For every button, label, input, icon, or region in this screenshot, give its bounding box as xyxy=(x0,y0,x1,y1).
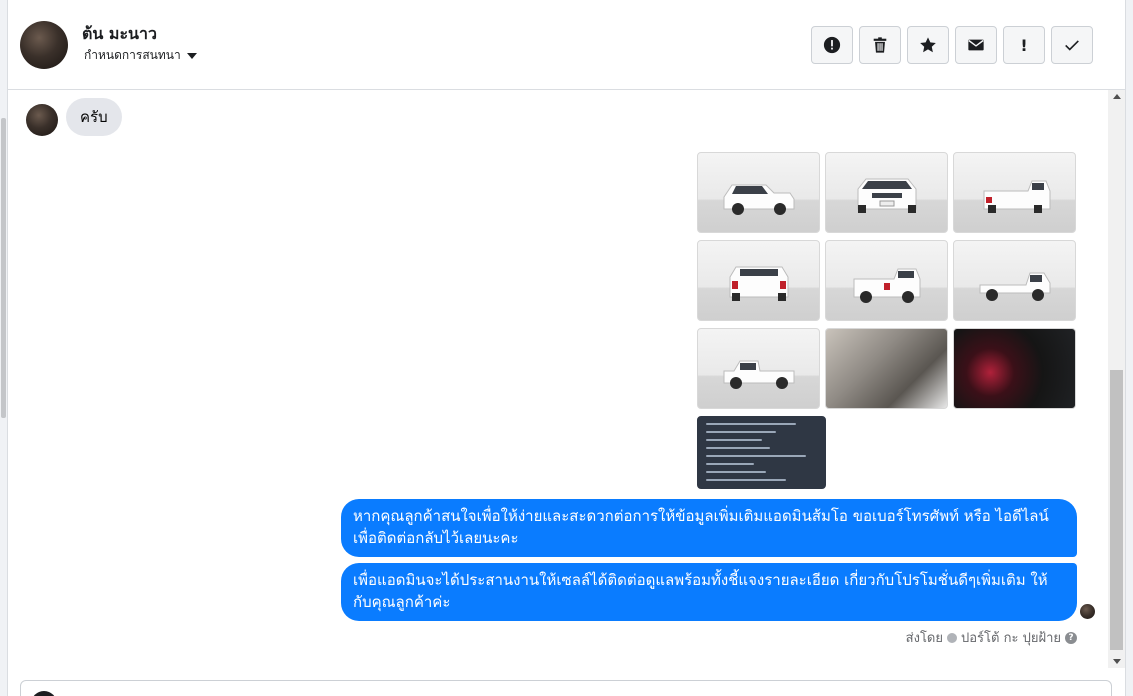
trash-icon xyxy=(873,37,887,53)
agent-avatar-icon xyxy=(947,632,957,643)
incoming-message-bubble[interactable]: ครับ xyxy=(66,98,122,136)
contact-avatar[interactable] xyxy=(20,21,68,69)
outgoing-message-text: เพื่อแอดมินจะได้ประสานงานให้เซลล์ได้ติดต… xyxy=(353,571,1048,611)
conversation-header: ต้น มะนาว กำหนดการสนทนา ! xyxy=(8,0,1125,90)
truck-photo-icon xyxy=(857,178,917,213)
caret-down-icon xyxy=(186,52,197,59)
exclamation-icon: ! xyxy=(1020,35,1028,55)
contact-name[interactable]: ต้น มะนาว xyxy=(82,22,157,47)
header-actions: ! xyxy=(811,26,1093,64)
photo-attachment[interactable] xyxy=(697,328,820,409)
mark-unread-button[interactable] xyxy=(955,26,997,64)
reply-composer[interactable] xyxy=(20,680,1112,696)
composer-avatar xyxy=(31,691,57,696)
outgoing-message-bubble[interactable]: เพื่อแอดมินจะได้ประสานงานให้เซลล์ได้ติดต… xyxy=(341,563,1077,621)
truck-photo-icon xyxy=(729,266,789,301)
outgoing-message-bubble[interactable]: หากคุณลูกค้าสนใจเพื่อให้ง่ายและสะดวกต่อก… xyxy=(341,499,1077,557)
seen-avatar xyxy=(1080,604,1095,619)
star-icon xyxy=(920,37,936,53)
spec-sheet-attachment[interactable] xyxy=(697,416,826,489)
assign-conversation-dropdown[interactable]: กำหนดการสนทนา xyxy=(84,46,197,65)
photo-attachment[interactable] xyxy=(825,328,948,409)
assign-conversation-label: กำหนดการสนทนา xyxy=(84,48,181,62)
truck-photo-icon xyxy=(853,268,921,303)
truck-photo-icon xyxy=(723,184,795,215)
photo-attachment[interactable] xyxy=(953,328,1076,409)
sender-avatar[interactable] xyxy=(26,104,58,136)
photo-attachment[interactable] xyxy=(697,152,820,233)
photo-attachment[interactable] xyxy=(953,240,1076,321)
scroll-up-icon[interactable] xyxy=(1113,94,1121,99)
delete-button[interactable] xyxy=(859,26,901,64)
truck-photo-icon xyxy=(723,360,795,389)
truck-photo-icon xyxy=(983,180,1051,213)
alert-button[interactable] xyxy=(811,26,853,64)
outgoing-message-text: หากคุณลูกค้าสนใจเพื่อให้ง่ายและสะดวกต่อก… xyxy=(353,507,1049,547)
sent-by-info: ส่งโดย ปอร์โต้ กะ ปุยฝ้าย ? xyxy=(906,627,1077,648)
left-panel-edge xyxy=(0,0,8,696)
messages-scrollbar[interactable] xyxy=(1108,90,1125,668)
photo-attachment[interactable] xyxy=(825,152,948,233)
sent-by-name[interactable]: ปอร์โต้ กะ ปุยฝ้าย xyxy=(961,627,1061,648)
photo-attachment[interactable] xyxy=(825,240,948,321)
exclamation-circle-icon xyxy=(823,36,841,54)
messages-scrollbar-thumb[interactable] xyxy=(1110,370,1123,650)
incoming-message-text: ครับ xyxy=(80,108,108,126)
question-circle-icon[interactable]: ? xyxy=(1065,631,1077,644)
done-button[interactable] xyxy=(1051,26,1093,64)
priority-button[interactable]: ! xyxy=(1003,26,1045,64)
truck-photo-icon xyxy=(979,272,1051,301)
check-icon xyxy=(1065,40,1079,51)
envelope-icon xyxy=(968,39,984,51)
photo-attachment[interactable] xyxy=(697,240,820,321)
photo-attachment[interactable] xyxy=(953,152,1076,233)
right-panel-edge xyxy=(1125,0,1133,696)
scroll-down-icon[interactable] xyxy=(1113,659,1121,664)
star-button[interactable] xyxy=(907,26,949,64)
left-scrollbar-thumb[interactable] xyxy=(1,118,6,418)
sent-by-label: ส่งโดย xyxy=(905,631,943,646)
